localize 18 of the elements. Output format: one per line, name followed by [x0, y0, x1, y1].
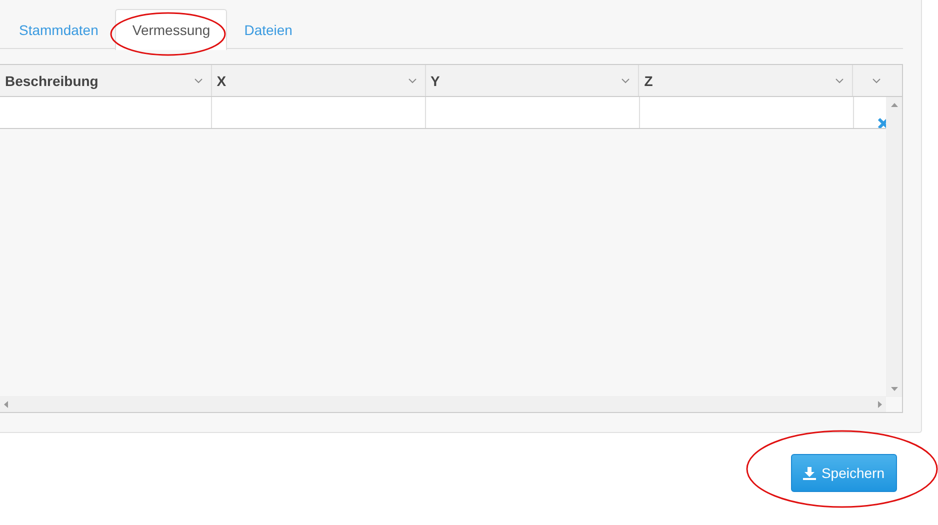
chevron-down-icon[interactable] [872, 78, 881, 84]
chevron-down-icon[interactable] [194, 78, 203, 84]
column-header[interactable]: Z [639, 65, 854, 96]
left-arrow-icon[interactable] [4, 400, 8, 408]
tab[interactable]: Vermessung [115, 9, 228, 50]
down-arrow-icon[interactable] [890, 387, 898, 391]
chevron-down-icon[interactable] [621, 78, 630, 84]
close-icon[interactable] [878, 117, 886, 128]
column-header[interactable]: Y [426, 65, 640, 96]
chevron-down-icon[interactable] [835, 78, 844, 84]
up-arrow-icon[interactable] [890, 103, 898, 107]
column-header[interactable]: X [212, 65, 426, 96]
right-arrow-icon[interactable] [878, 400, 882, 408]
download-icon [803, 466, 816, 480]
horizontal-scrollbar[interactable] [0, 396, 886, 412]
vertical-scrollbar[interactable] [886, 97, 902, 397]
column-header[interactable]: Beschreibung [0, 65, 212, 96]
chevron-down-icon[interactable] [408, 78, 417, 84]
